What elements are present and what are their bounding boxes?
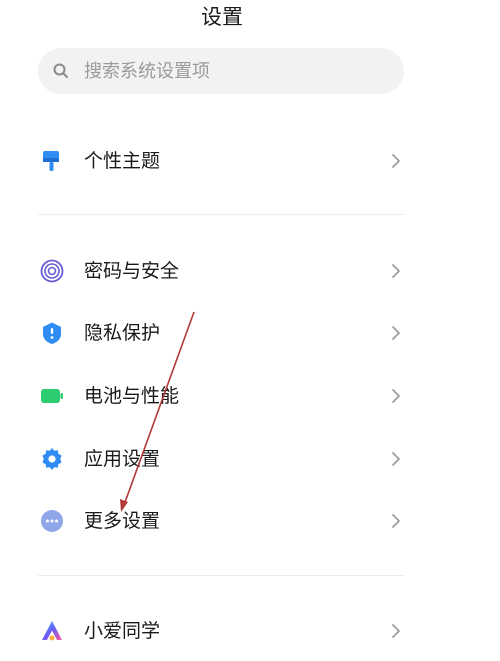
search-bar[interactable] xyxy=(38,48,404,94)
chevron-right-icon xyxy=(392,154,400,168)
section-divider xyxy=(38,214,404,215)
gear-icon xyxy=(42,448,62,470)
chevron-right-icon xyxy=(392,264,400,278)
battery-icon xyxy=(41,389,63,403)
page-title: 设置 xyxy=(201,5,243,29)
search-input[interactable] xyxy=(84,48,384,94)
settings-item-label: 隐私保护 xyxy=(84,322,161,344)
chevron-right-icon xyxy=(392,514,400,528)
settings-item-label: 更多设置 xyxy=(84,510,161,532)
chevron-right-icon xyxy=(392,452,400,466)
chevron-right-icon xyxy=(392,624,400,638)
chevron-right-icon xyxy=(392,389,400,403)
fingerprint-icon xyxy=(40,259,64,283)
search-icon xyxy=(53,63,68,78)
settings-item-label: 应用设置 xyxy=(84,448,161,470)
settings-item-app-settings[interactable]: 应用设置 xyxy=(0,429,444,489)
settings-item-more-settings[interactable]: 更多设置 xyxy=(0,491,444,551)
chevron-right-icon xyxy=(392,326,400,340)
settings-item-privacy[interactable]: 隐私保护 xyxy=(0,303,444,363)
settings-item-label: 电池与性能 xyxy=(84,385,180,407)
paint-brush-icon xyxy=(43,151,59,171)
settings-item-label: 小爱同学 xyxy=(84,620,161,642)
settings-item-label: 个性主题 xyxy=(84,150,161,172)
xiaoai-icon xyxy=(42,621,62,641)
settings-item-label: 密码与安全 xyxy=(84,260,180,282)
shield-icon xyxy=(43,322,61,344)
settings-item-password-security[interactable]: 密码与安全 xyxy=(0,241,444,301)
section-divider xyxy=(38,575,404,576)
settings-item-xiaoai[interactable]: 小爱同学 xyxy=(0,601,444,661)
settings-item-battery-performance[interactable]: 电池与性能 xyxy=(0,366,444,426)
settings-item-theme[interactable]: 个性主题 xyxy=(0,131,444,191)
more-dots-icon xyxy=(41,510,63,532)
